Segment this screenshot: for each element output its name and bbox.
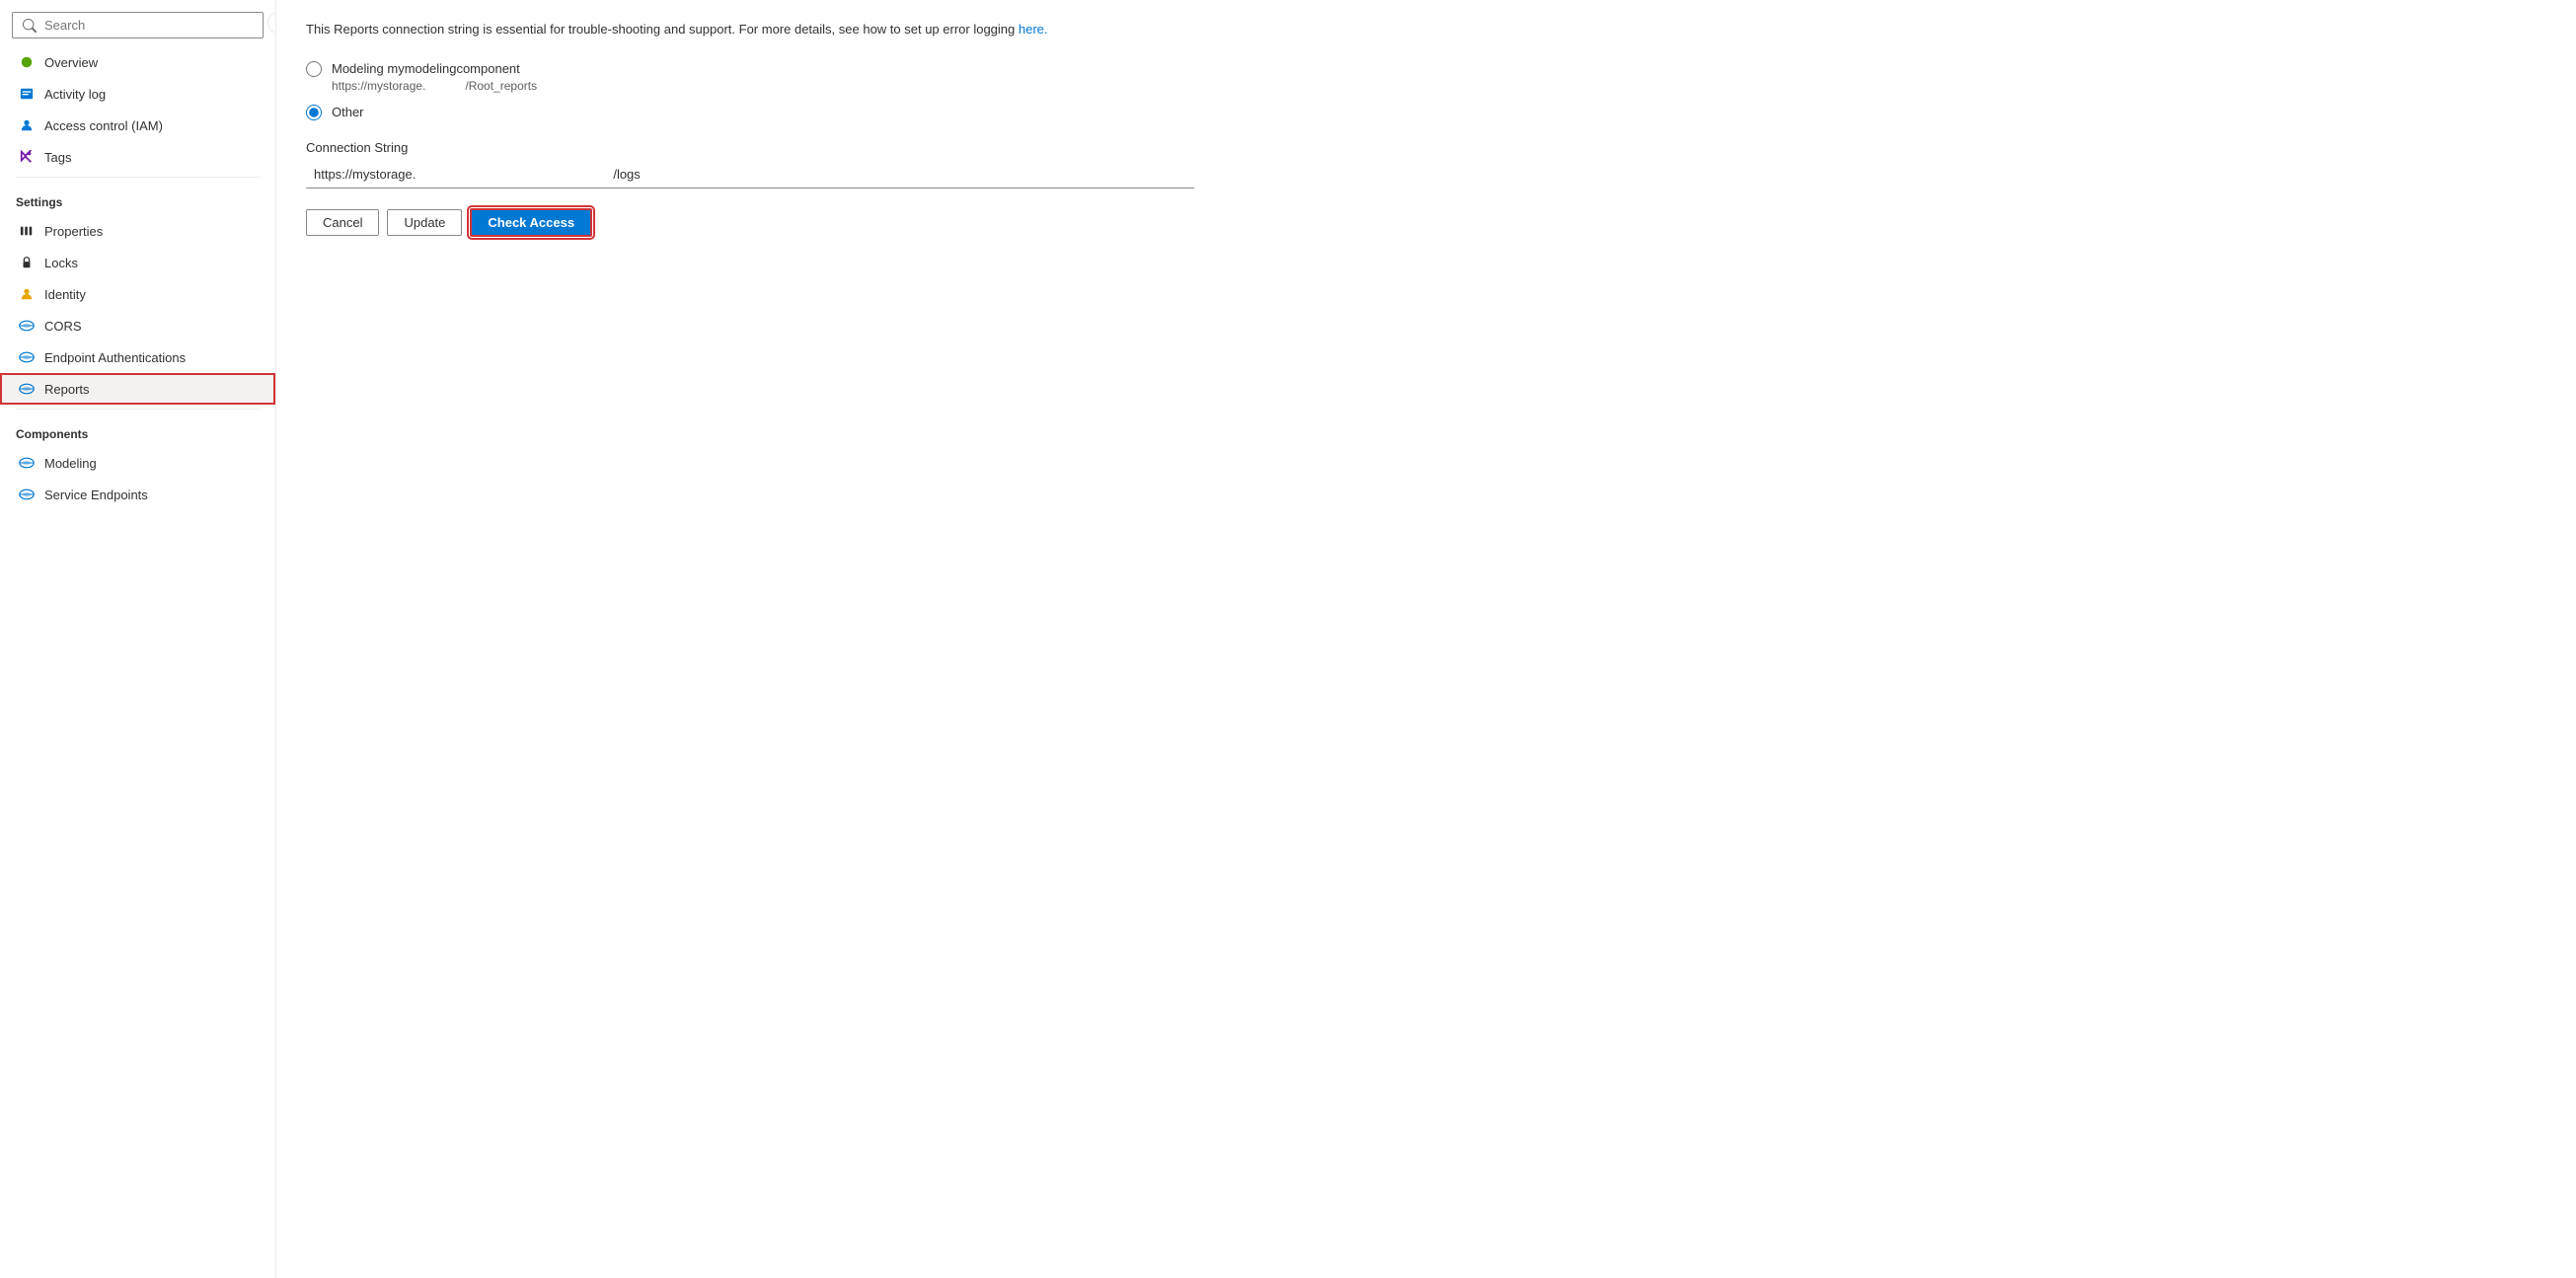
search-bar[interactable] bbox=[12, 12, 264, 38]
radio-modeling[interactable] bbox=[306, 61, 322, 77]
sidebar-item-reports[interactable]: Reports bbox=[0, 373, 275, 405]
connection-string-box: https://mystorage. /logs bbox=[306, 161, 1194, 188]
sidebar-item-cors[interactable]: CORS bbox=[0, 310, 275, 341]
sidebar-item-endpoint-auth[interactable]: Endpoint Authentications bbox=[0, 341, 275, 373]
activity-log-icon bbox=[19, 86, 35, 102]
settings-section-label: Settings bbox=[0, 182, 275, 215]
service-endpoints-icon bbox=[19, 487, 35, 502]
properties-icon bbox=[19, 223, 35, 239]
sidebar: « Overview Activity log Access control (… bbox=[0, 0, 276, 1278]
check-access-button[interactable]: Check Access bbox=[470, 208, 592, 237]
modeling-icon bbox=[19, 455, 35, 471]
iam-icon bbox=[19, 117, 35, 133]
radio-option-other: Other bbox=[306, 105, 2546, 120]
radio-option-modeling: Modeling mymodelingcomponent https://mys… bbox=[306, 61, 2546, 93]
reports-icon bbox=[19, 381, 35, 397]
sidebar-item-service-endpoints[interactable]: Service Endpoints bbox=[0, 479, 275, 510]
overview-icon bbox=[19, 54, 35, 70]
locks-icon bbox=[19, 255, 35, 270]
collapse-button[interactable]: « bbox=[267, 12, 276, 34]
endpoint-auth-icon bbox=[19, 349, 35, 365]
radio-other-label: Other bbox=[332, 105, 364, 119]
radio-modeling-sub: https://mystorage. /Root_reports bbox=[306, 79, 2546, 93]
sidebar-item-activity-log[interactable]: Activity log bbox=[0, 78, 275, 110]
search-input[interactable] bbox=[44, 18, 253, 33]
components-section-label: Components bbox=[0, 413, 275, 447]
main-content: This Reports connection string is essent… bbox=[276, 0, 2576, 1278]
button-row: Cancel Update Check Access bbox=[306, 208, 2546, 237]
sidebar-item-modeling[interactable]: Modeling bbox=[0, 447, 275, 479]
identity-icon bbox=[19, 286, 35, 302]
divider-2 bbox=[16, 409, 260, 410]
connection-string-label: Connection String bbox=[306, 140, 2546, 155]
tags-icon bbox=[19, 149, 35, 165]
sidebar-item-access-control[interactable]: Access control (IAM) bbox=[0, 110, 275, 141]
radio-other[interactable] bbox=[306, 105, 322, 120]
divider-1 bbox=[16, 177, 260, 178]
info-text: This Reports connection string is essent… bbox=[306, 20, 2546, 39]
info-link[interactable]: here. bbox=[1019, 22, 1048, 37]
sidebar-item-properties[interactable]: Properties bbox=[0, 215, 275, 247]
sidebar-item-tags[interactable]: Tags bbox=[0, 141, 275, 173]
search-icon bbox=[23, 19, 37, 33]
cancel-button[interactable]: Cancel bbox=[306, 209, 379, 236]
sidebar-item-locks[interactable]: Locks bbox=[0, 247, 275, 278]
radio-modeling-label: Modeling mymodelingcomponent bbox=[332, 61, 520, 76]
cors-icon bbox=[19, 318, 35, 334]
update-button[interactable]: Update bbox=[387, 209, 462, 236]
sidebar-item-identity[interactable]: Identity bbox=[0, 278, 275, 310]
radio-group: Modeling mymodelingcomponent https://mys… bbox=[306, 61, 2546, 120]
sidebar-item-overview[interactable]: Overview bbox=[0, 46, 275, 78]
